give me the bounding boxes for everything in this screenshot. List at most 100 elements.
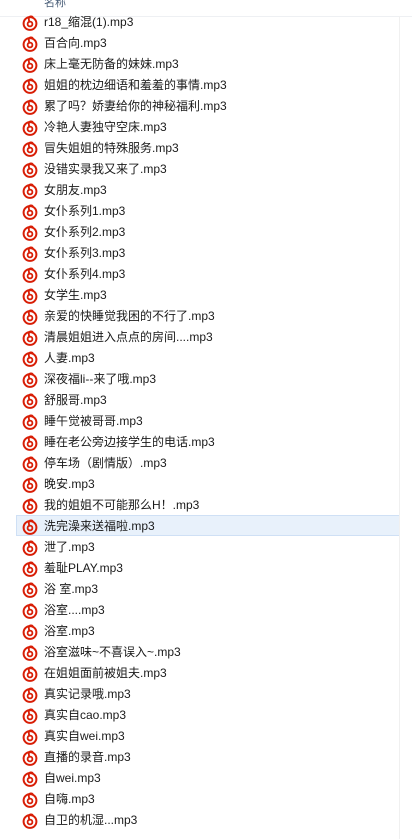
file-row[interactable]: 女仆系列4.mp3: [16, 263, 400, 284]
file-row[interactable]: 女仆系列3.mp3: [16, 242, 400, 263]
file-name: 真实自cao.mp3: [44, 708, 127, 722]
file-name: 女仆系列1.mp3: [44, 204, 126, 218]
column-divider: [399, 16, 400, 839]
file-row[interactable]: 自wei.mp3: [16, 767, 400, 788]
file-name: 睡午觉被哥哥.mp3: [44, 414, 143, 428]
file-row[interactable]: 亲爱的快睡觉我困的不行了.mp3: [16, 305, 400, 326]
file-row[interactable]: 人妻.mp3: [16, 347, 400, 368]
file-name: 晚安.mp3: [44, 477, 95, 491]
netease-music-icon: [22, 414, 38, 430]
netease-music-icon: [22, 645, 38, 661]
file-row[interactable]: 我的姐姐不可能那么H！.mp3: [16, 494, 400, 515]
file-name: 累了吗？娇妻给你的神秘福利.mp3: [44, 99, 227, 113]
file-name: r18_缩混(1).mp3: [44, 15, 134, 29]
file-name: 床上毫无防备的妹妹.mp3: [44, 57, 179, 71]
file-name: 自卫的机湿...mp3: [44, 813, 138, 827]
netease-music-icon: [22, 792, 38, 808]
file-name: 浴室....mp3: [44, 603, 105, 617]
file-row[interactable]: 冷艳人妻独守空床.mp3: [16, 116, 400, 137]
netease-music-icon: [22, 435, 38, 451]
netease-music-icon: [22, 813, 38, 829]
file-name: 人妻.mp3: [44, 351, 95, 365]
file-name: 自嗨.mp3: [44, 792, 95, 806]
netease-music-icon: [22, 729, 38, 745]
file-row[interactable]: 泄了.mp3: [16, 536, 400, 557]
file-row[interactable]: 浴 室.mp3: [16, 578, 400, 599]
netease-music-icon: [22, 498, 38, 514]
file-row[interactable]: 女仆系列1.mp3: [16, 200, 400, 221]
file-row[interactable]: 姐姐的枕边细语和羞羞的事情.mp3: [16, 74, 400, 95]
file-name: 姐姐的枕边细语和羞羞的事情.mp3: [44, 78, 227, 92]
netease-music-icon: [22, 477, 38, 493]
name-column-header[interactable]: 名称: [44, 0, 66, 10]
file-row[interactable]: 真实记录哦.mp3: [16, 683, 400, 704]
file-row[interactable]: r18_缩混(1).mp3: [16, 11, 400, 32]
file-row[interactable]: 床上毫无防备的妹妹.mp3: [16, 53, 400, 74]
file-name: 女学生.mp3: [44, 288, 107, 302]
file-row[interactable]: 自卫的机湿...mp3: [16, 809, 400, 830]
file-name: 停车场（剧情版）.mp3: [44, 456, 167, 470]
file-name: 在姐姐面前被姐夫.mp3: [44, 666, 167, 680]
file-name: 深夜福li--来了哦.mp3: [44, 372, 157, 386]
file-row[interactable]: 累了吗？娇妻给你的神秘福利.mp3: [16, 95, 400, 116]
netease-music-icon: [22, 309, 38, 325]
file-row[interactable]: 睡午觉被哥哥.mp3: [16, 410, 400, 431]
netease-music-icon: [22, 183, 38, 199]
netease-music-icon: [22, 582, 38, 598]
file-row[interactable]: 冒失姐姐的特殊服务.mp3: [16, 137, 400, 158]
netease-music-icon: [22, 141, 38, 157]
file-name: 自wei.mp3: [44, 771, 101, 785]
file-name: 浴室滋味~不喜误入~.mp3: [44, 645, 181, 659]
file-row[interactable]: 在姐姐面前被姐夫.mp3: [16, 662, 400, 683]
netease-music-icon: [22, 225, 38, 241]
file-row[interactable]: 深夜福li--来了哦.mp3: [16, 368, 400, 389]
file-row[interactable]: 舒服哥.mp3: [16, 389, 400, 410]
file-row[interactable]: 女学生.mp3: [16, 284, 400, 305]
file-name: 睡在老公旁边接学生的电话.mp3: [44, 435, 215, 449]
file-row[interactable]: 清晨姐姐进入点点的房间....mp3: [16, 326, 400, 347]
file-name: 直播的录音.mp3: [44, 750, 131, 764]
file-row[interactable]: 浴室滋味~不喜误入~.mp3: [16, 641, 400, 662]
file-name: 我的姐姐不可能那么H！.mp3: [44, 498, 200, 512]
file-row[interactable]: 女仆系列2.mp3: [16, 221, 400, 242]
file-name: 女仆系列2.mp3: [44, 225, 126, 239]
netease-music-icon: [22, 603, 38, 619]
file-name: 真实记录哦.mp3: [44, 687, 131, 701]
netease-music-icon: [22, 57, 38, 73]
file-row[interactable]: 自嗨.mp3: [16, 788, 400, 809]
file-row[interactable]: 直播的录音.mp3: [16, 746, 400, 767]
netease-music-icon: [22, 771, 38, 787]
netease-music-icon: [22, 540, 38, 556]
netease-music-icon: [22, 708, 38, 724]
netease-music-icon: [22, 372, 38, 388]
file-name: 羞耻PLAY.mp3: [44, 561, 123, 575]
netease-music-icon: [22, 330, 38, 346]
file-row[interactable]: 女朋友.mp3: [16, 179, 400, 200]
file-row[interactable]: 羞耻PLAY.mp3: [16, 557, 400, 578]
netease-music-icon: [22, 519, 38, 535]
netease-music-icon: [22, 15, 38, 31]
file-row[interactable]: 浴室.mp3: [16, 620, 400, 641]
netease-music-icon: [22, 456, 38, 472]
file-name: 女仆系列4.mp3: [44, 267, 126, 281]
file-row[interactable]: 真实自cao.mp3: [16, 704, 400, 725]
netease-music-icon: [22, 666, 38, 682]
file-row[interactable]: 真实自wei.mp3: [16, 725, 400, 746]
file-row[interactable]: 睡在老公旁边接学生的电话.mp3: [16, 431, 400, 452]
file-name: 浴 室.mp3: [44, 582, 99, 596]
netease-music-icon: [22, 78, 38, 94]
file-row[interactable]: 百合向.mp3: [16, 32, 400, 53]
file-row[interactable]: 停车场（剧情版）.mp3: [16, 452, 400, 473]
file-row[interactable]: 晚安.mp3: [16, 473, 400, 494]
netease-music-icon: [22, 120, 38, 136]
file-row[interactable]: 浴室....mp3: [16, 599, 400, 620]
file-list: r18_缩混(1).mp3 百合向.mp3 床上毫无防备的妹妹.mp3 姐姐的枕…: [0, 11, 412, 830]
file-row[interactable]: 洗完澡来送福啦.mp3: [16, 515, 400, 536]
file-name: 女朋友.mp3: [44, 183, 107, 197]
file-name: 没错实录我又来了.mp3: [44, 162, 167, 176]
file-name: 浴室.mp3: [44, 624, 95, 638]
netease-music-icon: [22, 687, 38, 703]
file-row[interactable]: 没错实录我又来了.mp3: [16, 158, 400, 179]
netease-music-icon: [22, 750, 38, 766]
file-name: 冒失姐姐的特殊服务.mp3: [44, 141, 179, 155]
